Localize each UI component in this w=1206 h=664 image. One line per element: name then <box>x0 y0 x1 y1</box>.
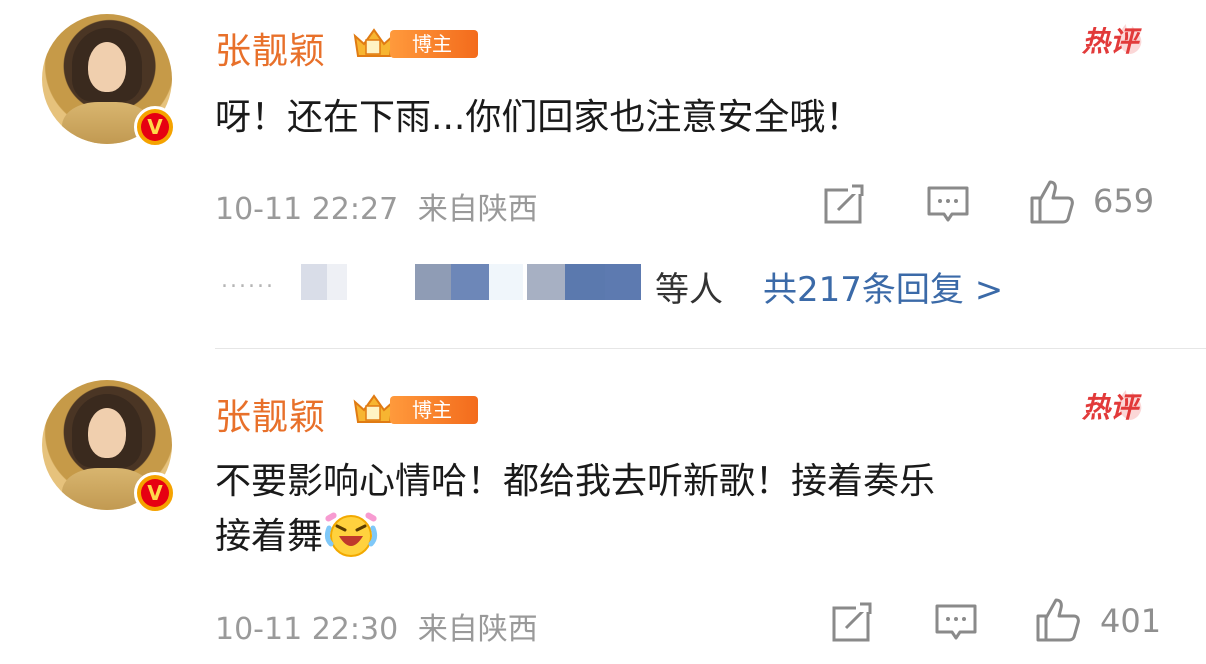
comment-item: V 张靓颖 博主 热评 呀！还在下雨...你们回家也注意安全哦！ 10-11 2… <box>0 0 1206 350</box>
hot-comment-badge: 热评 <box>1078 12 1158 60</box>
reply-summary[interactable]: ...... 等人 共217条回复 > <box>215 262 1115 310</box>
location: 来自陕西 <box>417 192 538 227</box>
comment-meta: 10-11 22:30 来自陕西 <box>215 604 538 648</box>
blurred-username <box>301 264 327 300</box>
replier-suffix: 等人 <box>655 270 723 310</box>
verified-v-icon: V <box>134 472 176 514</box>
divider <box>215 348 1206 349</box>
timestamp: 10-11 22:27 <box>215 192 399 227</box>
like-icon[interactable] <box>1034 596 1082 644</box>
comment-text-line: 接着舞 <box>215 508 1175 563</box>
like-icon[interactable] <box>1028 178 1076 226</box>
comment-text: 不要影响心情哈！都给我去听新歌！接着奏乐 接着舞 <box>215 456 1175 563</box>
comment-text: 呀！还在下雨...你们回家也注意安全哦！ <box>215 97 862 138</box>
hot-comment-badge: 热评 <box>1078 378 1158 426</box>
view-replies-link[interactable]: 共217条回复 > <box>763 262 1003 311</box>
comment-text-line: 不要影响心情哈！都给我去听新歌！接着奏乐 <box>215 461 936 502</box>
hot-label: 热评 <box>1082 391 1139 424</box>
hot-label: 热评 <box>1082 25 1139 58</box>
timestamp: 10-11 22:30 <box>215 612 399 647</box>
username[interactable]: 张靓颖 <box>215 22 326 74</box>
laughing-emoji <box>323 508 379 560</box>
verified-v-icon: V <box>134 106 176 148</box>
badge-label: 博主 <box>390 30 478 58</box>
comment-icon[interactable] <box>926 182 970 226</box>
location: 来自陕西 <box>417 612 538 647</box>
username[interactable]: 张靓颖 <box>215 388 326 440</box>
replier-dots: ...... <box>221 268 275 293</box>
repost-icon[interactable] <box>830 600 874 644</box>
like-count: 659 <box>1093 182 1155 220</box>
repost-icon[interactable] <box>822 182 866 226</box>
like-count: 401 <box>1100 602 1162 640</box>
comment-icon[interactable] <box>934 600 978 644</box>
comment-meta: 10-11 22:27 来自陕西 <box>215 184 538 228</box>
badge-label: 博主 <box>390 396 478 424</box>
